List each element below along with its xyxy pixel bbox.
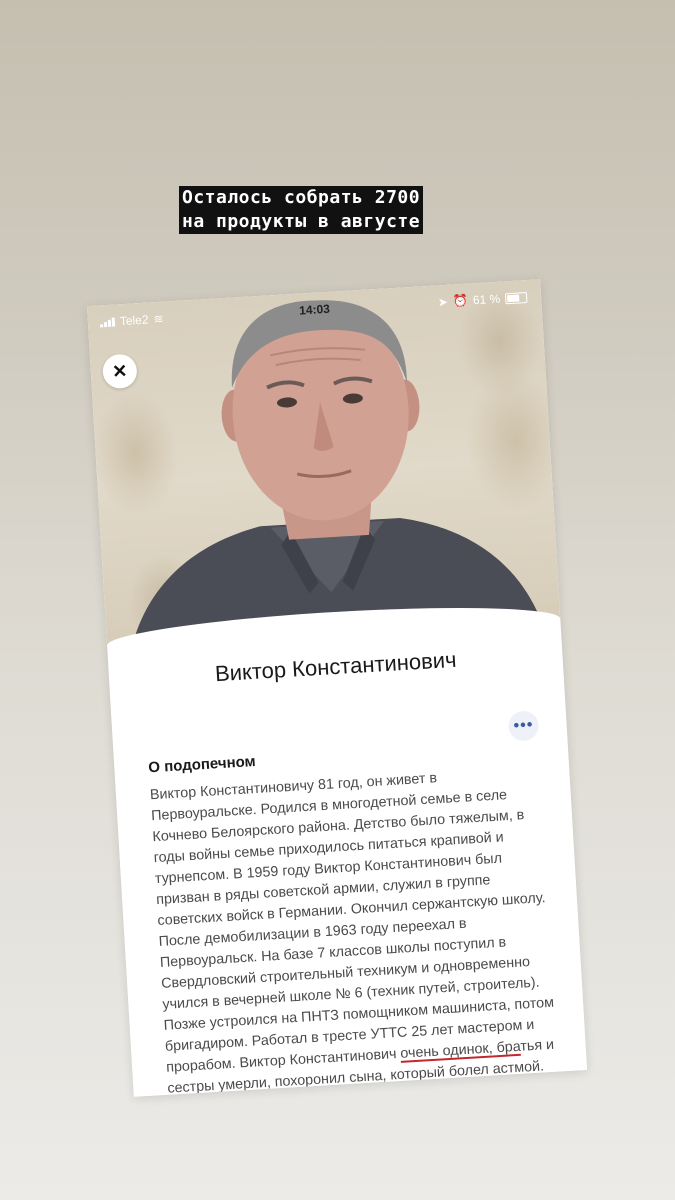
phone-screenshot: Tele2 ≋ 14:03 ➤ ⏰ 61 % ✕ Виктор Констант… <box>86 279 588 1097</box>
caption-line-1: Осталось собрать 2700 <box>179 186 424 210</box>
section-title: О подопечном <box>147 752 257 777</box>
location-arrow-icon: ➤ <box>437 294 449 310</box>
bio-highlight: очень одинок, бра <box>399 1038 521 1062</box>
battery-percent: 61 % <box>472 291 501 308</box>
bio-text: Виктор Константиновичу 81 год, он живет … <box>149 762 563 1097</box>
alarm-icon: ⏰ <box>452 293 469 309</box>
close-icon: ✕ <box>111 360 128 382</box>
profile-card: Виктор Константинович ••• О подопечном В… <box>105 598 588 1097</box>
battery-icon <box>504 291 528 304</box>
caption-line-2: на продукты в августе <box>179 210 424 234</box>
story-caption: Осталось собрать 2700 на продукты в авгу… <box>179 186 509 234</box>
more-options-button[interactable]: ••• <box>507 710 540 742</box>
more-dots-icon: ••• <box>513 716 534 735</box>
person-name: Виктор Константинович <box>214 646 458 687</box>
bio-part-1: Виктор Константиновичу 81 год, он живет … <box>149 770 555 1076</box>
